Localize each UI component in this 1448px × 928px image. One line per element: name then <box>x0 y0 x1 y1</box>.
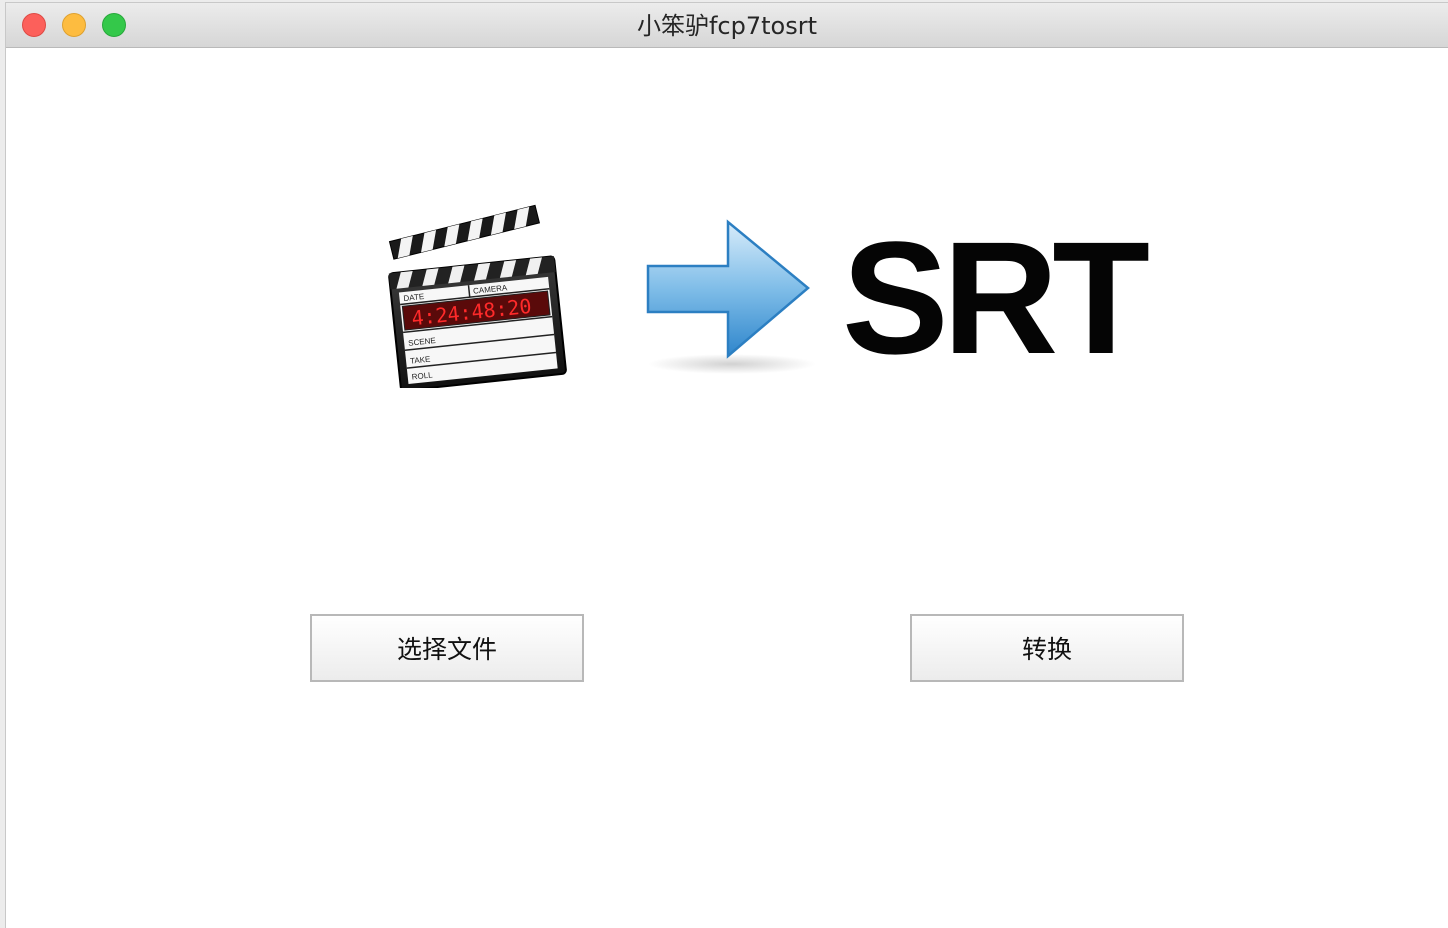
window-title: 小笨驴fcp7tosrt <box>636 12 818 40</box>
app-window: 小笨驴fcp7tosrt DATE CAMERA 4:24:48:20 SCEN… <box>6 3 1448 928</box>
main-content: DATE CAMERA 4:24:48:20 SCENE TAKE ROLL S… <box>6 48 1448 928</box>
right-arrow-icon <box>646 219 816 374</box>
film-clapperboard-icon: DATE CAMERA 4:24:48:20 SCENE TAKE ROLL <box>388 204 567 388</box>
convert-button[interactable]: 转换 <box>910 614 1184 682</box>
title-bar[interactable]: 小笨驴fcp7tosrt <box>6 3 1448 48</box>
choose-file-button[interactable]: 选择文件 <box>310 614 584 682</box>
srt-label: SRT <box>842 208 1150 387</box>
